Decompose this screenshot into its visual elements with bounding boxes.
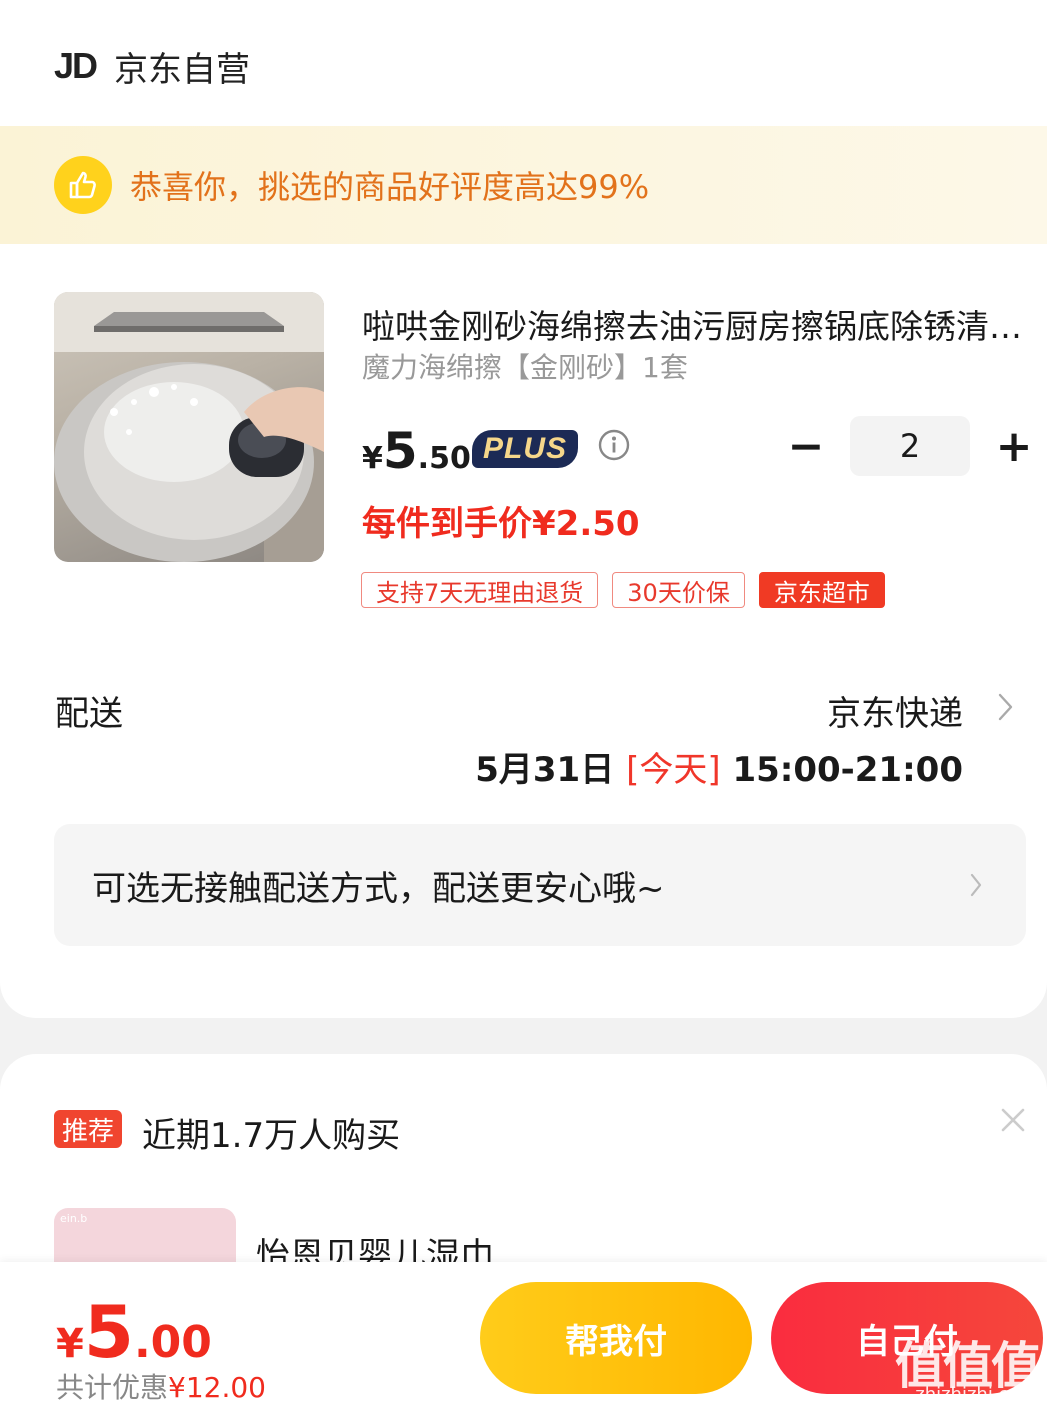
product-title[interactable]: 啦哄金刚砂海绵擦去油污厨房擦锅底除锈清洁刷锅神器	[362, 300, 1027, 348]
service-tags: 支持7天无理由退货 30天价保 京东超市	[361, 572, 885, 608]
product-price: ¥ 5 .50	[362, 422, 481, 480]
store-header[interactable]: JD 京东自营	[54, 44, 251, 90]
product-sku[interactable]: 魔力海绵擦【金刚砂】1套	[362, 346, 688, 386]
jd-logo: JD	[54, 45, 98, 86]
discount-amount: ¥12.00	[168, 1371, 266, 1404]
help-me-pay-button[interactable]: 帮我付	[480, 1282, 752, 1394]
info-icon[interactable]	[597, 428, 631, 462]
price-decimal: .50	[417, 441, 471, 476]
decrease-button[interactable]: −	[782, 421, 830, 472]
quantity-input[interactable]: 2	[850, 416, 970, 476]
recommend-badge: 推荐	[54, 1110, 123, 1148]
watermark-url: zhizhizhi.com	[915, 1384, 1037, 1405]
chevron-right-icon[interactable]	[995, 690, 1017, 724]
shipping-method[interactable]: 京东快递	[827, 686, 963, 735]
price-integer: 5	[382, 422, 418, 480]
tag-return: 支持7天无理由退货	[361, 572, 599, 608]
tag-price-protect: 30天价保	[612, 572, 745, 608]
total-discount: 共计优惠¥12.00	[56, 1366, 266, 1406]
delivery-time[interactable]: 5月31日 [今天] 15:00-21:00	[475, 742, 963, 791]
delivery-today: [今天]	[626, 750, 721, 790]
tag-jd-supermarket: 京东超市	[758, 572, 885, 608]
price-symbol: ¥	[362, 441, 383, 476]
contactless-text: 可选无接触配送方式，配送更安心哦~	[92, 868, 665, 909]
discount-label: 共计优惠	[56, 1371, 169, 1404]
total-price: ¥ 5 .00	[56, 1290, 212, 1374]
total-integer: 5	[83, 1290, 134, 1374]
total-symbol: ¥	[56, 1321, 84, 1367]
close-icon[interactable]	[999, 1106, 1027, 1134]
unit-price: 每件到手价¥2.50	[362, 504, 640, 544]
contactless-delivery-option[interactable]: 可选无接触配送方式，配送更安心哦~	[54, 824, 1026, 946]
quantity-stepper: − 2 +	[782, 416, 1038, 476]
chevron-right-icon	[968, 870, 984, 900]
delivery-window: 15:00-21:00	[732, 750, 963, 790]
banner-text: 恭喜你，挑选的商品好评度高达99%	[130, 168, 650, 206]
total-decimal: .00	[133, 1317, 212, 1368]
shipping-label: 配送	[55, 694, 123, 734]
recommend-text: 近期1.7万人购买	[142, 1116, 401, 1156]
product-image[interactable]	[54, 292, 324, 562]
delivery-date: 5月31日	[475, 750, 615, 790]
increase-button[interactable]: +	[990, 421, 1038, 472]
plus-badge: PLUS	[472, 430, 578, 468]
recommend-item-logo: ein.b	[60, 1212, 88, 1225]
rating-banner: 恭喜你，挑选的商品好评度高达99%	[0, 126, 1047, 244]
thumbs-up-icon	[54, 156, 112, 214]
store-name: 京东自营	[114, 49, 251, 90]
